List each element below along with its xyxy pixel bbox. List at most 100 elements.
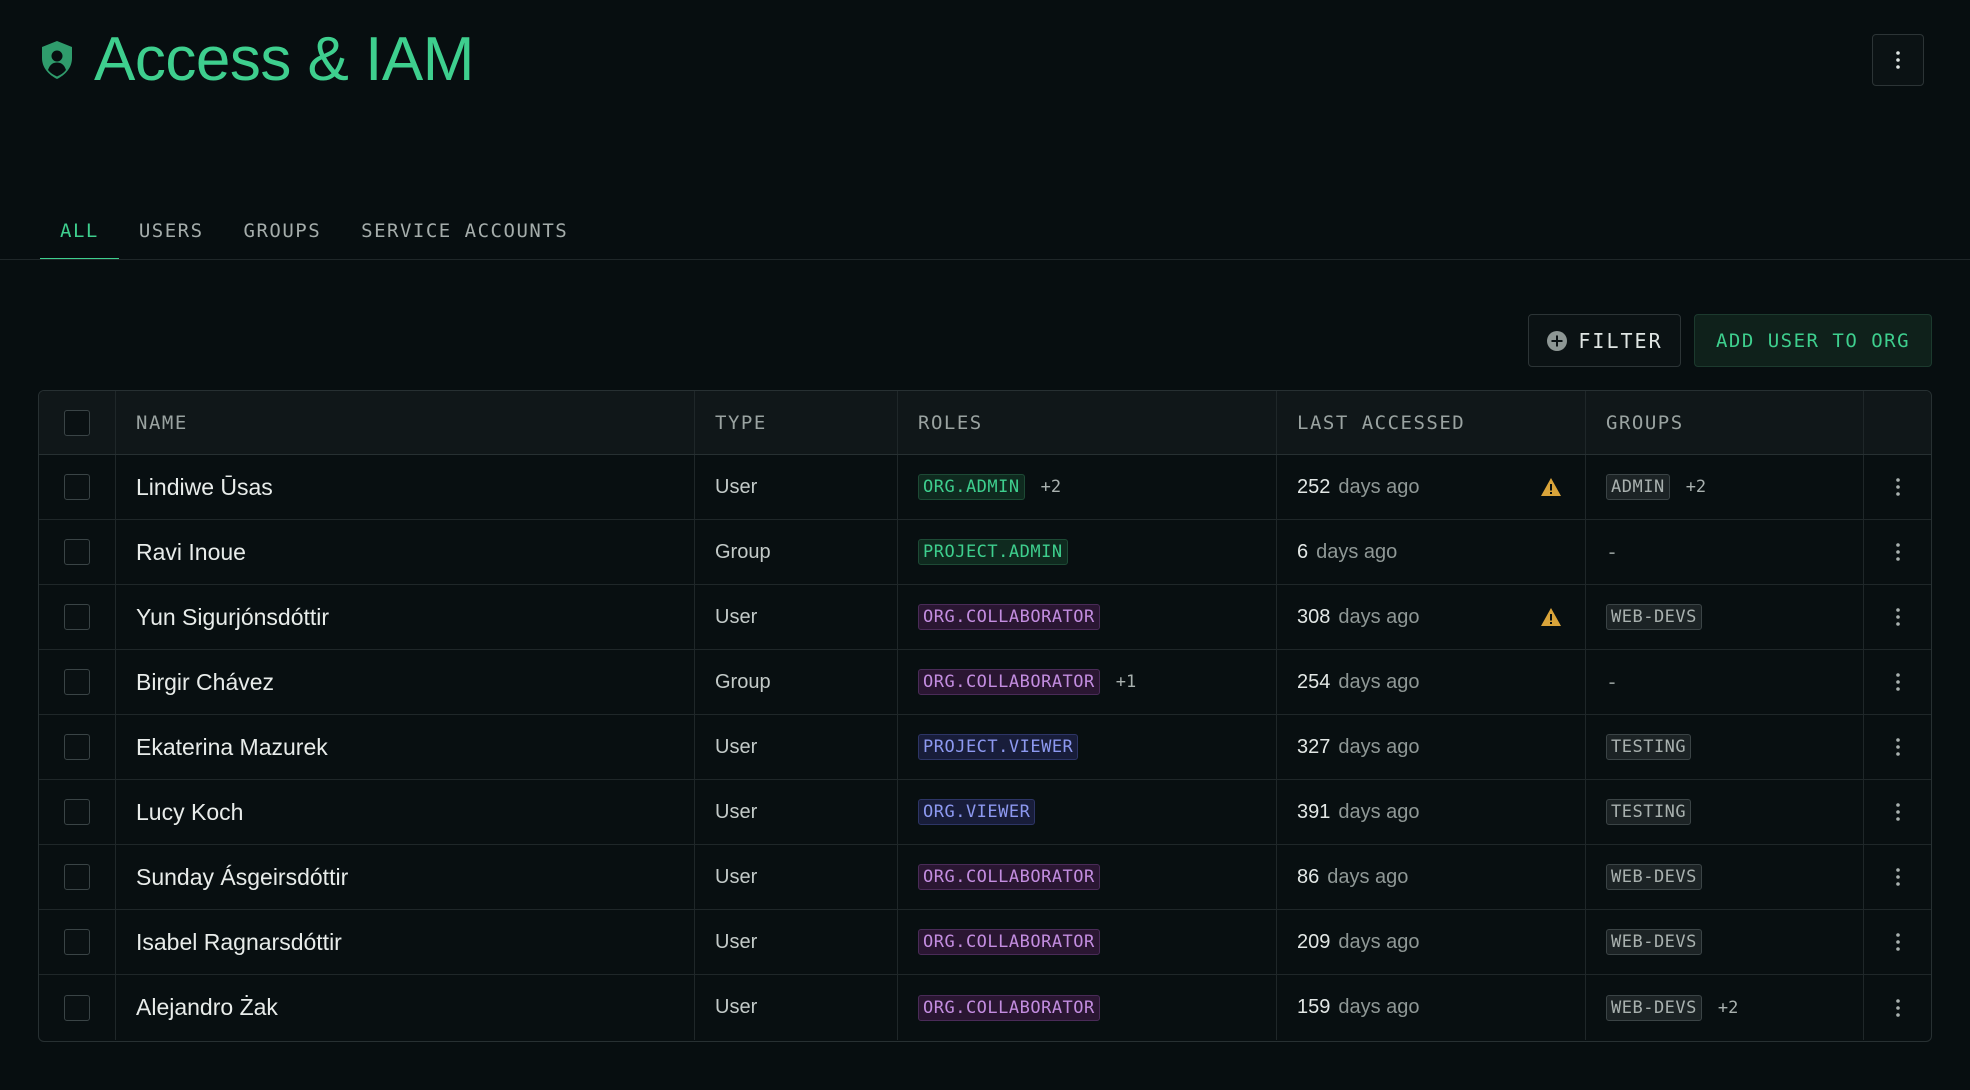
row-actions-cell <box>1864 715 1931 779</box>
row-menu-button[interactable] <box>1883 993 1913 1023</box>
roles-cell: ORG.COLLABORATOR <box>898 845 1277 909</box>
member-name: Alejandro Żak <box>116 975 695 1040</box>
filter-button-label: FILTER <box>1578 328 1663 353</box>
group-more-count[interactable]: +2 <box>1718 998 1738 1018</box>
days-count: 209 <box>1297 930 1331 953</box>
table-row[interactable]: Alejandro Żak User ORG.COLLABORATOR 159 … <box>39 975 1931 1040</box>
row-actions-cell <box>1864 455 1931 519</box>
member-type: Group <box>695 520 898 584</box>
row-checkbox[interactable] <box>64 799 90 825</box>
tab-users[interactable]: USERS <box>119 200 224 260</box>
roles-cell: ORG.COLLABORATOR <box>898 975 1277 1040</box>
days-suffix: days ago <box>1338 475 1420 498</box>
row-checkbox[interactable] <box>64 474 90 500</box>
row-menu-button[interactable] <box>1883 927 1913 957</box>
tab-service-accounts[interactable]: SERVICE ACCOUNTS <box>341 200 588 260</box>
member-type: User <box>695 780 898 844</box>
table-row[interactable]: Lindiwe Ūsas User ORG.ADMIN +2 252 days … <box>39 455 1931 520</box>
days-suffix: days ago <box>1338 670 1420 693</box>
table-row[interactable]: Ekaterina Mazurek User PROJECT.VIEWER 32… <box>39 715 1931 780</box>
row-checkbox[interactable] <box>64 734 90 760</box>
groups-cell: WEB-DEVS <box>1586 910 1864 974</box>
plus-circle-icon <box>1547 330 1568 351</box>
column-header-roles[interactable]: ROLES <box>898 391 1277 454</box>
column-header-name[interactable]: NAME <box>116 391 695 454</box>
days-count: 6 <box>1297 540 1309 563</box>
days-suffix: days ago <box>1338 996 1420 1018</box>
row-checkbox-cell <box>39 845 116 909</box>
member-name: Isabel Ragnarsdóttir <box>116 910 695 974</box>
row-actions-cell <box>1864 910 1931 974</box>
kebab-menu-icon <box>1896 51 1900 69</box>
row-menu-button[interactable] <box>1883 602 1913 632</box>
row-checkbox[interactable] <box>64 994 90 1021</box>
member-type: User <box>695 845 898 909</box>
row-checkbox-cell <box>39 780 116 844</box>
member-name: Ravi Inoue <box>116 520 695 584</box>
row-checkbox[interactable] <box>64 604 90 630</box>
group-more-count[interactable]: +2 <box>1686 477 1706 497</box>
kebab-menu-icon <box>1895 868 1900 886</box>
member-name: Lucy Koch <box>116 780 695 844</box>
role-badge: PROJECT.ADMIN <box>918 539 1068 565</box>
row-checkbox-cell <box>39 585 116 649</box>
row-checkbox[interactable] <box>64 539 90 565</box>
role-badge: PROJECT.VIEWER <box>918 734 1079 760</box>
row-menu-button[interactable] <box>1883 862 1913 892</box>
row-checkbox-cell <box>39 520 116 584</box>
kebab-menu-icon <box>1895 543 1900 561</box>
last-accessed-cell: 6 days ago <box>1277 520 1586 584</box>
group-badge: TESTING <box>1606 799 1692 825</box>
tab-all[interactable]: ALL <box>40 200 119 260</box>
group-badge: WEB-DEVS <box>1606 929 1702 955</box>
days-suffix: days ago <box>1327 865 1409 888</box>
row-menu-button[interactable] <box>1883 797 1913 827</box>
table-row[interactable]: Birgir Chávez Group ORG.COLLABORATOR +1 … <box>39 650 1931 715</box>
last-accessed-cell: 159 days ago <box>1277 975 1586 1040</box>
group-badge: WEB-DEVS <box>1606 604 1702 630</box>
row-menu-button[interactable] <box>1883 472 1913 502</box>
row-checkbox[interactable] <box>64 864 90 890</box>
kebab-menu-icon <box>1895 673 1900 691</box>
role-badge: ORG.VIEWER <box>918 799 1036 825</box>
row-menu-button[interactable] <box>1883 537 1913 567</box>
filter-button[interactable]: FILTER <box>1528 314 1681 367</box>
members-table: NAME TYPE ROLES LAST ACCESSED GROUPS Lin… <box>38 390 1932 1042</box>
days-count: 254 <box>1297 670 1331 693</box>
member-name: Yun Sigurjónsdóttir <box>116 585 695 649</box>
column-header-type[interactable]: TYPE <box>695 391 898 454</box>
role-badge: ORG.COLLABORATOR <box>918 604 1100 630</box>
row-checkbox[interactable] <box>64 929 90 955</box>
table-body: Lindiwe Ūsas User ORG.ADMIN +2 252 days … <box>39 455 1931 1040</box>
member-name: Birgir Chávez <box>116 650 695 714</box>
table-row[interactable]: Sunday Ásgeirsdóttir User ORG.COLLABORAT… <box>39 845 1931 910</box>
table-row[interactable]: Isabel Ragnarsdóttir User ORG.COLLABORAT… <box>39 910 1931 975</box>
group-badge: TESTING <box>1606 734 1692 760</box>
role-more-count[interactable]: +1 <box>1116 672 1136 692</box>
warning-triangle-icon <box>1540 477 1562 503</box>
row-menu-button[interactable] <box>1883 732 1913 762</box>
kebab-menu-icon <box>1895 738 1900 756</box>
groups-cell: WEB-DEVS <box>1586 845 1864 909</box>
days-count: 327 <box>1297 735 1331 758</box>
roles-cell: ORG.VIEWER <box>898 780 1277 844</box>
roles-cell: PROJECT.ADMIN <box>898 520 1277 584</box>
page-menu-button[interactable] <box>1872 34 1924 86</box>
groups-cell: TESTING <box>1586 715 1864 779</box>
row-checkbox-cell <box>39 455 116 519</box>
table-row[interactable]: Lucy Koch User ORG.VIEWER 391 days ago T… <box>39 780 1931 845</box>
tab-groups[interactable]: GROUPS <box>224 200 342 260</box>
column-header-last-accessed[interactable]: LAST ACCESSED <box>1277 391 1586 454</box>
table-row[interactable]: Ravi Inoue Group PROJECT.ADMIN 6 days ag… <box>39 520 1931 585</box>
group-badge: ADMIN <box>1606 474 1670 500</box>
table-row[interactable]: Yun Sigurjónsdóttir User ORG.COLLABORATO… <box>39 585 1931 650</box>
select-all-checkbox[interactable] <box>64 409 90 436</box>
row-checkbox[interactable] <box>64 669 90 695</box>
roles-cell: ORG.ADMIN +2 <box>898 455 1277 519</box>
role-more-count[interactable]: +2 <box>1041 477 1061 497</box>
days-suffix: days ago <box>1338 800 1420 823</box>
page-title: Access & IAM <box>94 25 474 94</box>
add-user-to-org-button[interactable]: ADD USER TO ORG <box>1694 314 1932 367</box>
row-menu-button[interactable] <box>1883 667 1913 697</box>
column-header-groups[interactable]: GROUPS <box>1586 391 1864 454</box>
